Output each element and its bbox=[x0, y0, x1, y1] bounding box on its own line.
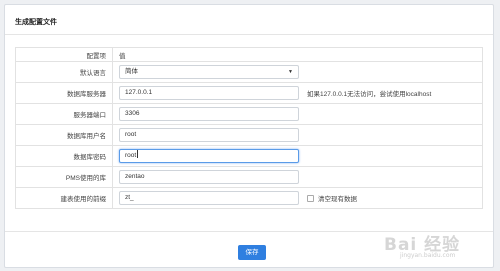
language-label: 默认语言 bbox=[15, 61, 113, 83]
panel-title: 生成配置文件 bbox=[15, 19, 57, 26]
table-header-row: 配置项 值 bbox=[15, 47, 483, 62]
config-panel: 生成配置文件 配置项 值 默认语言 简体 ▼ 数据库服务器 127.0.0.1 bbox=[4, 4, 494, 268]
table-row-db-host: 数据库服务器 127.0.0.1 如果127.0.0.1无法访问，尝试使用loc… bbox=[15, 82, 483, 104]
db-port-label: 服务器端口 bbox=[15, 103, 113, 125]
table-prefix-input[interactable]: zt_ bbox=[119, 191, 299, 205]
language-select-value: 简体 bbox=[125, 68, 138, 75]
config-table: 配置项 值 默认语言 简体 ▼ 数据库服务器 127.0.0.1 如果127.0… bbox=[15, 47, 483, 209]
db-port-input[interactable]: 3306 bbox=[119, 107, 299, 121]
table-row-table-prefix: 建表使用的前缀 zt_ 清空现有数据 bbox=[15, 187, 483, 209]
header-value: 值 bbox=[112, 47, 483, 62]
db-user-input[interactable]: root bbox=[119, 128, 299, 142]
db-user-label: 数据库用户名 bbox=[15, 124, 113, 146]
db-host-hint: 如果127.0.0.1无法访问，尝试使用localhost bbox=[307, 91, 432, 98]
db-host-input[interactable]: 127.0.0.1 bbox=[119, 86, 299, 100]
table-row-db-port: 服务器端口 3306 bbox=[15, 103, 483, 125]
db-host-label: 数据库服务器 bbox=[15, 82, 113, 104]
db-password-label: 数据库密码 bbox=[15, 145, 113, 167]
db-password-value: root bbox=[125, 152, 137, 159]
table-row-db-user: 数据库用户名 root bbox=[15, 124, 483, 146]
watermark-url: jingyan.baidu.com bbox=[400, 252, 456, 259]
caret-down-icon: ▼ bbox=[288, 69, 293, 75]
clear-data-label[interactable]: 清空现有数据 bbox=[318, 193, 357, 203]
title-divider bbox=[5, 34, 493, 35]
table-row-db-password: 数据库密码 root bbox=[15, 145, 483, 167]
text-cursor bbox=[137, 150, 139, 158]
pms-db-input[interactable]: zentao bbox=[119, 170, 299, 184]
table-prefix-label: 建表使用的前缀 bbox=[15, 187, 113, 209]
pms-db-label: PMS使用的库 bbox=[15, 166, 113, 188]
save-button[interactable]: 保存 bbox=[238, 245, 266, 260]
table-row-language: 默认语言 简体 ▼ bbox=[15, 61, 483, 83]
language-select[interactable]: 简体 ▼ bbox=[119, 65, 299, 79]
header-label: 配置项 bbox=[15, 47, 113, 62]
clear-data-checkbox[interactable] bbox=[307, 194, 314, 202]
table-row-pms-db: PMS使用的库 zentao bbox=[15, 166, 483, 188]
db-password-input[interactable]: root bbox=[119, 149, 299, 163]
